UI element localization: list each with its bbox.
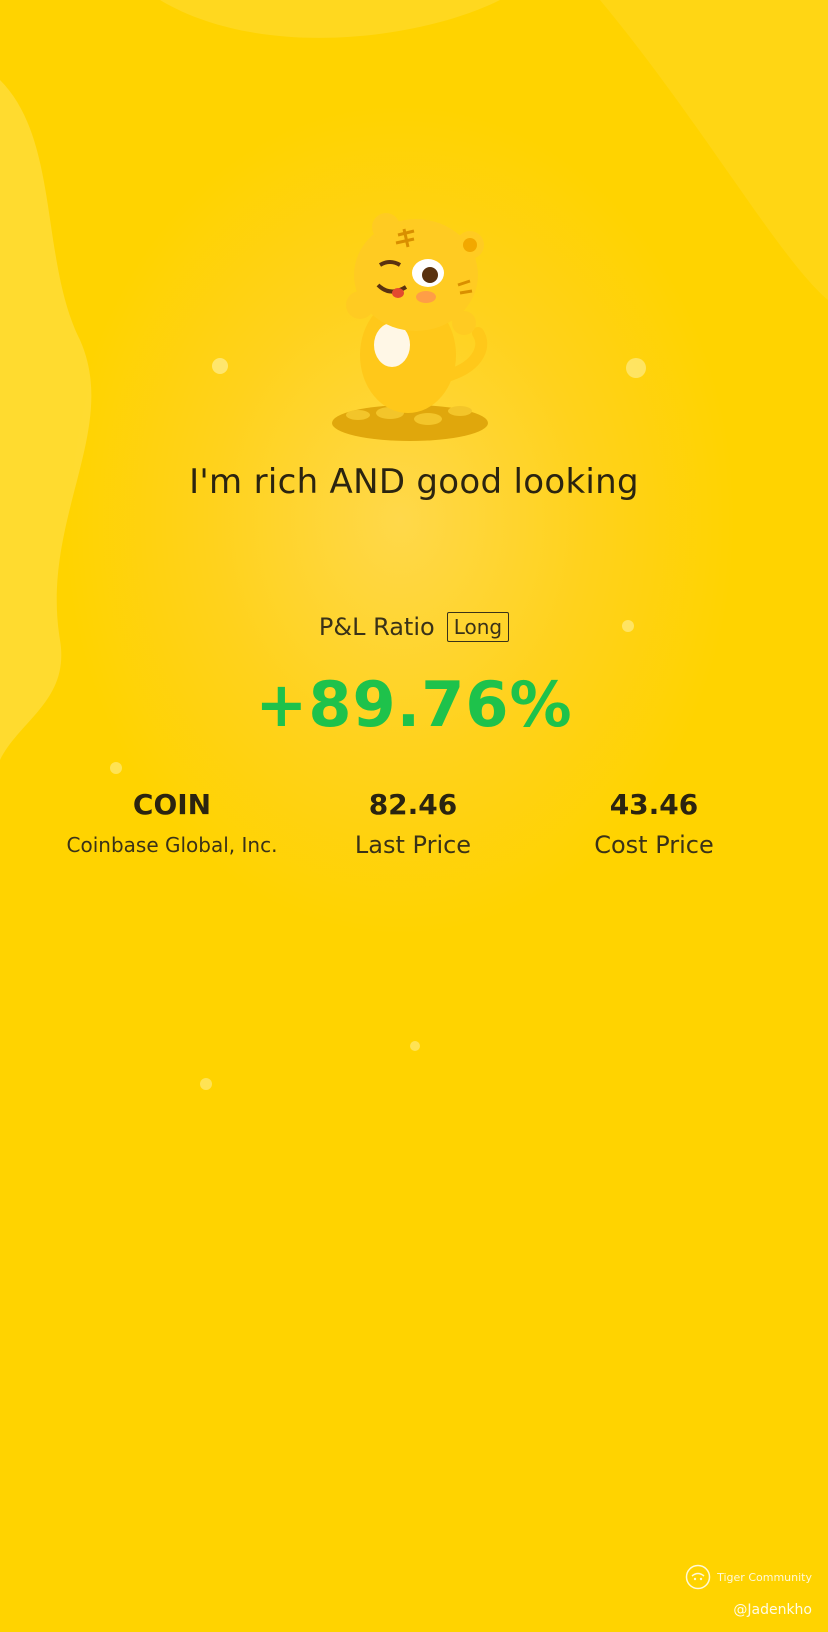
position-badge: Long [446,612,510,642]
brand-watermark: Tiger Community [685,1564,812,1590]
headline: I'm rich AND good looking [189,462,639,502]
pl-ratio-row: P&L Ratio Long [0,612,828,642]
stat-last-price: 82.46 Last Price [283,788,543,860]
last-price-value: 82.46 [368,788,458,821]
stock-symbol: COIN [132,788,212,821]
last-price-label: Last Price [354,831,472,859]
stat-symbol: COIN Coinbase Global, Inc. [42,788,302,860]
company-name: Coinbase Global, Inc. [66,833,278,857]
stat-cost-price: 43.46 Cost Price [524,788,784,860]
tiger-logo-icon [685,1564,711,1590]
cost-price-label: Cost Price [594,831,714,859]
tiger-mascot-icon [332,213,488,441]
cost-price-value: 43.46 [609,788,699,821]
user-handle: @Jadenkho [733,1602,812,1618]
pl-ratio-value: +89.76% [255,668,573,741]
pl-ratio-label: P&L Ratio [318,613,435,641]
brand-name: Tiger Community [717,1570,812,1584]
